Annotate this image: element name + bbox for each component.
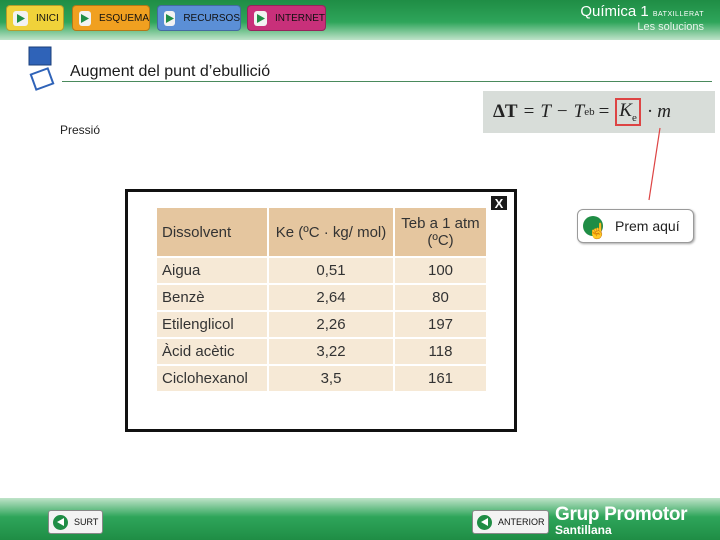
solvent-table: Dissolvent Ke (ºC · kg/ mol) Teb a 1 atm… (155, 206, 488, 393)
ke-value: 3,5 (269, 366, 393, 391)
solvent-name: Etilenglicol (157, 312, 267, 337)
table-row: Ciclohexanol 3,5 161 (157, 366, 486, 391)
table-row: Aigua 0,51 100 (157, 258, 486, 283)
close-popup-button[interactable]: X (490, 195, 508, 211)
ke-value: 3,22 (269, 339, 393, 364)
back-arrow-icon (53, 514, 68, 530)
solvent-name: Ciclohexanol (157, 366, 267, 391)
header-ke: Ke (ºC · kg/ mol) (269, 208, 393, 256)
prem-aqui-label: Prem aquí (615, 218, 680, 234)
solvent-name: Aigua (157, 258, 267, 283)
teb-value: 197 (395, 312, 486, 337)
hand-pointer-icon: ☝ (583, 216, 607, 240)
brand-logo: Grup Promotor Santillana (555, 504, 688, 537)
teb-value: 80 (395, 285, 486, 310)
teb-value: 118 (395, 339, 486, 364)
table-row: Benzè 2,64 80 (157, 285, 486, 310)
ke-value: 2,64 (269, 285, 393, 310)
table-row: Etilenglicol 2,26 197 (157, 312, 486, 337)
surt-label: SURT (74, 517, 99, 527)
anterior-label: ANTERIOR (498, 517, 545, 527)
anterior-button[interactable]: ANTERIOR (472, 510, 549, 534)
header-teb: Teb a 1 atm (ºC) (395, 208, 486, 256)
table-row: Àcid acètic 3,22 118 (157, 339, 486, 364)
table-header-row: Dissolvent Ke (ºC · kg/ mol) Teb a 1 atm… (157, 208, 486, 256)
surt-button[interactable]: SURT (48, 510, 103, 534)
header-dissolvent: Dissolvent (157, 208, 267, 256)
solvent-name: Àcid acètic (157, 339, 267, 364)
ke-value: 2,26 (269, 312, 393, 337)
prem-aqui-button[interactable]: ☝ Prem aquí (577, 209, 694, 243)
back-arrow-icon (477, 514, 492, 530)
teb-value: 161 (395, 366, 486, 391)
solvent-name: Benzè (157, 285, 267, 310)
teb-value: 100 (395, 258, 486, 283)
ke-value: 0,51 (269, 258, 393, 283)
